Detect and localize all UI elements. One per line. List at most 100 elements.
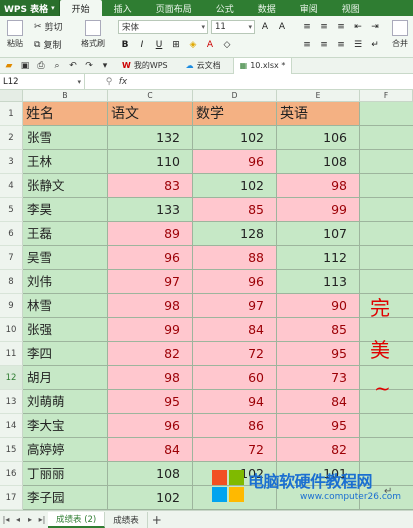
student-name-cell[interactable]: 王林 — [23, 150, 108, 174]
row-header-11[interactable]: 11 — [0, 342, 23, 366]
paste-button[interactable]: 粘贴 — [4, 20, 26, 49]
score-cell[interactable]: 102 — [193, 174, 277, 198]
score-cell[interactable]: 72 — [193, 438, 277, 462]
score-cell[interactable]: 96 — [193, 150, 277, 174]
tab-page-layout[interactable]: 页面布局 — [144, 0, 204, 16]
score-cell[interactable]: 98 — [108, 294, 193, 318]
first-sheet-icon[interactable]: |◂ — [0, 515, 12, 524]
bold-icon[interactable]: B — [118, 38, 132, 52]
tab-view[interactable]: 视图 — [330, 0, 372, 16]
row-header-5[interactable]: 5 — [0, 198, 23, 222]
score-cell[interactable]: 84 — [277, 390, 360, 414]
student-name-cell[interactable]: 胡月 — [23, 366, 108, 390]
score-cell[interactable]: 90 — [277, 294, 360, 318]
font-size-select[interactable]: 11 ▾ — [211, 20, 255, 34]
spreadsheet-grid[interactable]: BCDEF 123456789101112131415161718 姓名语文数学… — [0, 90, 413, 510]
empty-cell[interactable] — [360, 102, 413, 126]
print-icon[interactable]: ⎙ — [36, 61, 46, 71]
score-cell[interactable]: 98 — [277, 174, 360, 198]
wrap-text-icon[interactable]: ↵ — [368, 38, 382, 52]
row-header-3[interactable]: 3 — [0, 150, 23, 174]
distributed-align-icon[interactable]: ☰ — [351, 38, 365, 52]
student-name-cell[interactable]: 张强 — [23, 318, 108, 342]
column-header-e[interactable]: E — [277, 90, 360, 102]
score-cell[interactable]: 82 — [277, 438, 360, 462]
open-folder-icon[interactable]: ▰ — [4, 61, 14, 71]
score-cell[interactable]: 85 — [277, 318, 360, 342]
empty-cell[interactable] — [360, 150, 413, 174]
empty-cell[interactable] — [360, 198, 413, 222]
student-name-cell[interactable]: 李子园 — [23, 486, 108, 510]
row-header-16[interactable]: 16 — [0, 462, 23, 486]
row-header-15[interactable]: 15 — [0, 438, 23, 462]
score-cell[interactable]: 96 — [108, 414, 193, 438]
score-cell[interactable]: 84 — [108, 438, 193, 462]
student-name-cell[interactable]: 丁丽丽 — [23, 462, 108, 486]
score-cell[interactable]: 99 — [108, 318, 193, 342]
align-middle-icon[interactable]: ≡ — [317, 20, 331, 34]
row-header-2[interactable]: 2 — [0, 126, 23, 150]
doc-tab-workbook[interactable]: ▦ 10.xlsx * — [232, 57, 293, 74]
row-header-12[interactable]: 12 — [0, 366, 23, 390]
score-cell[interactable]: 72 — [193, 342, 277, 366]
score-cell[interactable]: 96 — [108, 246, 193, 270]
score-cell[interactable]: 132 — [108, 126, 193, 150]
row-header-4[interactable]: 4 — [0, 174, 23, 198]
student-name-cell[interactable]: 张雪 — [23, 126, 108, 150]
score-cell[interactable]: 107 — [277, 222, 360, 246]
align-center-icon[interactable]: ≡ — [317, 38, 331, 52]
score-cell[interactable]: 102 — [193, 126, 277, 150]
table-header-cell[interactable]: 英语 — [277, 102, 360, 126]
chevron-down-icon[interactable]: ▾ — [100, 61, 110, 71]
font-name-select[interactable]: 宋体 ▾ — [118, 20, 208, 34]
empty-cell[interactable] — [360, 414, 413, 438]
score-cell[interactable]: 96 — [193, 270, 277, 294]
score-cell[interactable]: 85 — [193, 198, 277, 222]
column-header-f[interactable]: F — [360, 90, 413, 102]
font-grow-icon[interactable]: A — [258, 20, 272, 34]
cut-button[interactable]: ✂ 剪切 — [34, 20, 63, 34]
column-header-d[interactable]: D — [193, 90, 277, 102]
fill-color-icon[interactable]: ◈ — [186, 38, 200, 52]
student-name-cell[interactable]: 李大宝 — [23, 414, 108, 438]
row-header-6[interactable]: 6 — [0, 222, 23, 246]
student-name-cell[interactable]: 吴雪 — [23, 246, 108, 270]
indent-increase-icon[interactable]: ⇥ — [368, 20, 382, 34]
align-top-icon[interactable]: ≡ — [300, 20, 314, 34]
sheet-tab-scores[interactable]: 成绩表 — [105, 511, 148, 528]
align-left-icon[interactable]: ≡ — [300, 38, 314, 52]
row-header-8[interactable]: 8 — [0, 270, 23, 294]
score-cell[interactable]: 95 — [277, 342, 360, 366]
row-header-7[interactable]: 7 — [0, 246, 23, 270]
tab-insert[interactable]: 插入 — [102, 0, 144, 16]
table-header-cell[interactable]: 语文 — [108, 102, 193, 126]
column-header-c[interactable]: C — [108, 90, 193, 102]
score-cell[interactable]: 60 — [193, 366, 277, 390]
tab-home[interactable]: 开始 — [59, 0, 102, 16]
score-cell[interactable]: 89 — [108, 222, 193, 246]
score-cell[interactable]: 86 — [193, 414, 277, 438]
score-cell[interactable]: 73 — [277, 366, 360, 390]
score-cell[interactable]: 128 — [193, 222, 277, 246]
student-name-cell[interactable]: 刘伟 — [23, 270, 108, 294]
score-cell[interactable]: 99 — [277, 198, 360, 222]
table-header-cell[interactable]: 姓名 — [23, 102, 108, 126]
score-cell[interactable]: 83 — [108, 174, 193, 198]
student-name-cell[interactable]: 刘萌萌 — [23, 390, 108, 414]
score-cell[interactable]: 95 — [277, 414, 360, 438]
redo-icon[interactable]: ↷ — [84, 61, 94, 71]
copy-button[interactable]: ⧉ 复制 — [34, 38, 61, 52]
row-header-10[interactable]: 10 — [0, 318, 23, 342]
row-header-9[interactable]: 9 — [0, 294, 23, 318]
fx-icon[interactable]: fx — [115, 77, 131, 87]
score-cell[interactable]: 95 — [108, 390, 193, 414]
column-header-b[interactable]: B — [23, 90, 108, 102]
font-shrink-icon[interactable]: A — [275, 20, 289, 34]
italic-icon[interactable]: I — [135, 38, 149, 52]
student-name-cell[interactable]: 李昊 — [23, 198, 108, 222]
score-cell[interactable]: 108 — [108, 462, 193, 486]
score-cell[interactable]: 88 — [193, 246, 277, 270]
underline-icon[interactable]: U — [152, 38, 166, 52]
student-name-cell[interactable]: 高婷婷 — [23, 438, 108, 462]
score-cell[interactable]: 113 — [277, 270, 360, 294]
